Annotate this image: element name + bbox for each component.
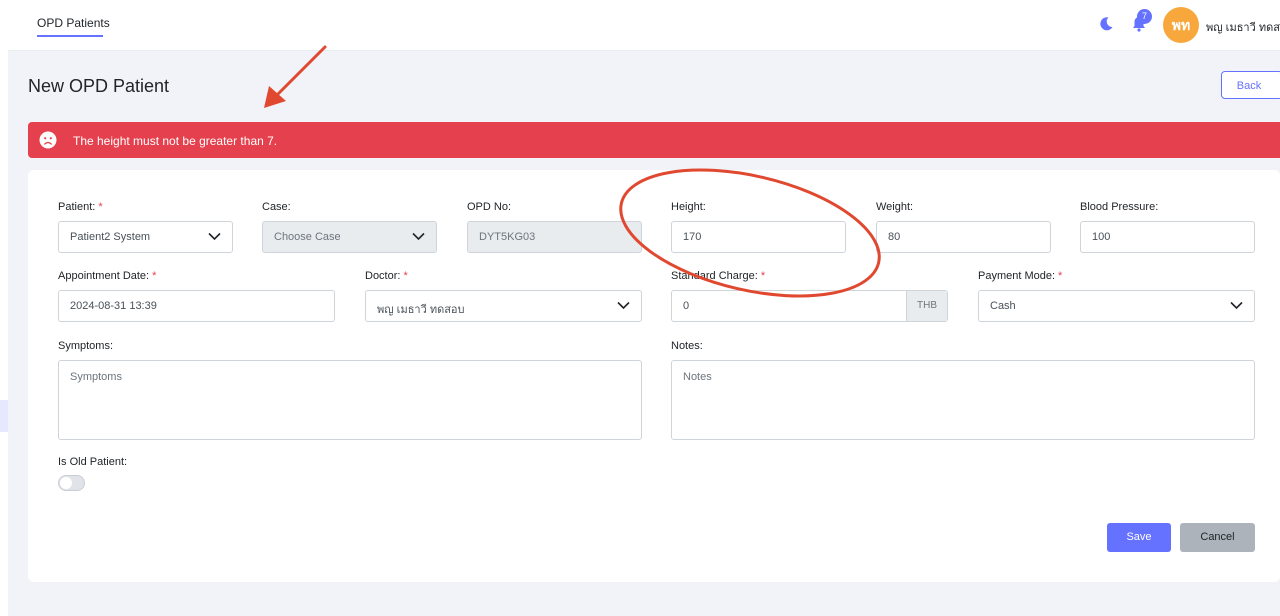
standard-charge-label: Standard Charge: * <box>671 270 765 282</box>
weight-value: 80 <box>888 231 901 243</box>
payment-mode-label: Payment Mode: * <box>978 270 1062 282</box>
sidebar-active-marker <box>0 400 8 432</box>
annotation-arrow-head <box>264 86 286 108</box>
required-marker: * <box>760 270 766 282</box>
notes-textarea[interactable]: Notes <box>671 360 1255 440</box>
doctor-value: พญ เมธาวี ทดสอบ <box>377 304 465 316</box>
opd-no-field: DYT5KG03 <box>467 221 642 253</box>
error-alert: The height must not be greater than 7. <box>28 122 1280 158</box>
weight-label: Weight: <box>876 201 914 213</box>
blood-pressure-value: 100 <box>1092 231 1111 243</box>
active-tab-indicator <box>37 35 103 37</box>
required-marker: * <box>152 270 157 282</box>
patient-label: Patient: * <box>58 201 103 213</box>
standard-charge-input[interactable]: 0 THB <box>671 290 948 322</box>
symptoms-label: Symptoms: <box>58 340 114 352</box>
required-marker: * <box>1058 270 1063 282</box>
sidebar-edge <box>0 50 8 616</box>
chevron-down-icon <box>1230 301 1243 310</box>
case-value: Choose Case <box>274 231 341 243</box>
case-label: Case: <box>262 201 291 213</box>
notes-label: Notes: <box>671 340 703 352</box>
payment-mode-label-text: Payment Mode: <box>978 270 1056 282</box>
is-old-patient-toggle[interactable] <box>58 475 85 491</box>
top-navbar: OPD Patients 7 พท พญ เมธาวี ทดสอบ <box>0 0 1280 51</box>
case-select[interactable]: Choose Case <box>262 221 437 253</box>
appointment-date-input[interactable]: 2024-08-31 13:39 <box>58 290 335 322</box>
page-title: New OPD Patient <box>28 76 170 96</box>
avatar[interactable]: พท <box>1163 7 1199 43</box>
opd-no-label: OPD No: <box>467 201 512 213</box>
user-name[interactable]: พญ เมธาวี ทดสอบ <box>1206 18 1280 36</box>
blood-pressure-input[interactable]: 100 <box>1080 221 1255 253</box>
moon-icon[interactable] <box>1098 16 1114 32</box>
appointment-date-value: 2024-08-31 13:39 <box>70 300 157 312</box>
chevron-down-icon <box>208 232 221 241</box>
doctor-label: Doctor: * <box>365 270 408 282</box>
currency-addon: THB <box>906 291 947 321</box>
doctor-select[interactable]: พญ เมธาวี ทดสอบ <box>365 290 642 322</box>
chevron-down-icon <box>412 232 425 241</box>
toggle-knob <box>60 477 72 489</box>
appointment-date-label-text: Appointment Date: <box>58 270 150 282</box>
notification-count-badge: 7 <box>1137 9 1152 24</box>
symptoms-textarea[interactable]: Symptoms <box>58 360 642 440</box>
save-button[interactable]: Save <box>1107 523 1171 552</box>
notes-placeholder: Notes <box>683 371 712 383</box>
payment-mode-value: Cash <box>990 300 1016 312</box>
back-button[interactable]: Back <box>1221 71 1280 99</box>
patient-label-text: Patient: <box>58 201 96 213</box>
standard-charge-value: 0 <box>683 300 690 312</box>
doctor-label-text: Doctor: <box>365 270 401 282</box>
symptoms-placeholder: Symptoms <box>70 371 122 383</box>
required-marker: * <box>98 201 103 213</box>
sad-face-icon <box>39 131 57 149</box>
height-label: Height: <box>671 201 706 213</box>
weight-input[interactable]: 80 <box>876 221 1051 253</box>
is-old-patient-label: Is Old Patient: <box>58 456 128 468</box>
opd-no-value: DYT5KG03 <box>479 231 536 243</box>
required-marker: * <box>403 270 408 282</box>
standard-charge-label-text: Standard Charge: <box>671 270 758 282</box>
chevron-down-icon <box>617 301 630 310</box>
annotation-arrow-shaft <box>272 45 327 100</box>
payment-mode-select[interactable]: Cash <box>978 290 1255 322</box>
height-input[interactable]: 170 <box>671 221 846 253</box>
patient-value: Patient2 System <box>70 231 151 243</box>
error-message: The height must not be greater than 7. <box>73 134 278 148</box>
height-value: 170 <box>683 231 702 243</box>
blood-pressure-label: Blood Pressure: <box>1080 201 1159 213</box>
tab-opd-patients[interactable]: OPD Patients <box>37 16 110 30</box>
appointment-date-label: Appointment Date: * <box>58 270 156 282</box>
patient-select[interactable]: Patient2 System <box>58 221 233 253</box>
cancel-button[interactable]: Cancel <box>1180 523 1255 552</box>
